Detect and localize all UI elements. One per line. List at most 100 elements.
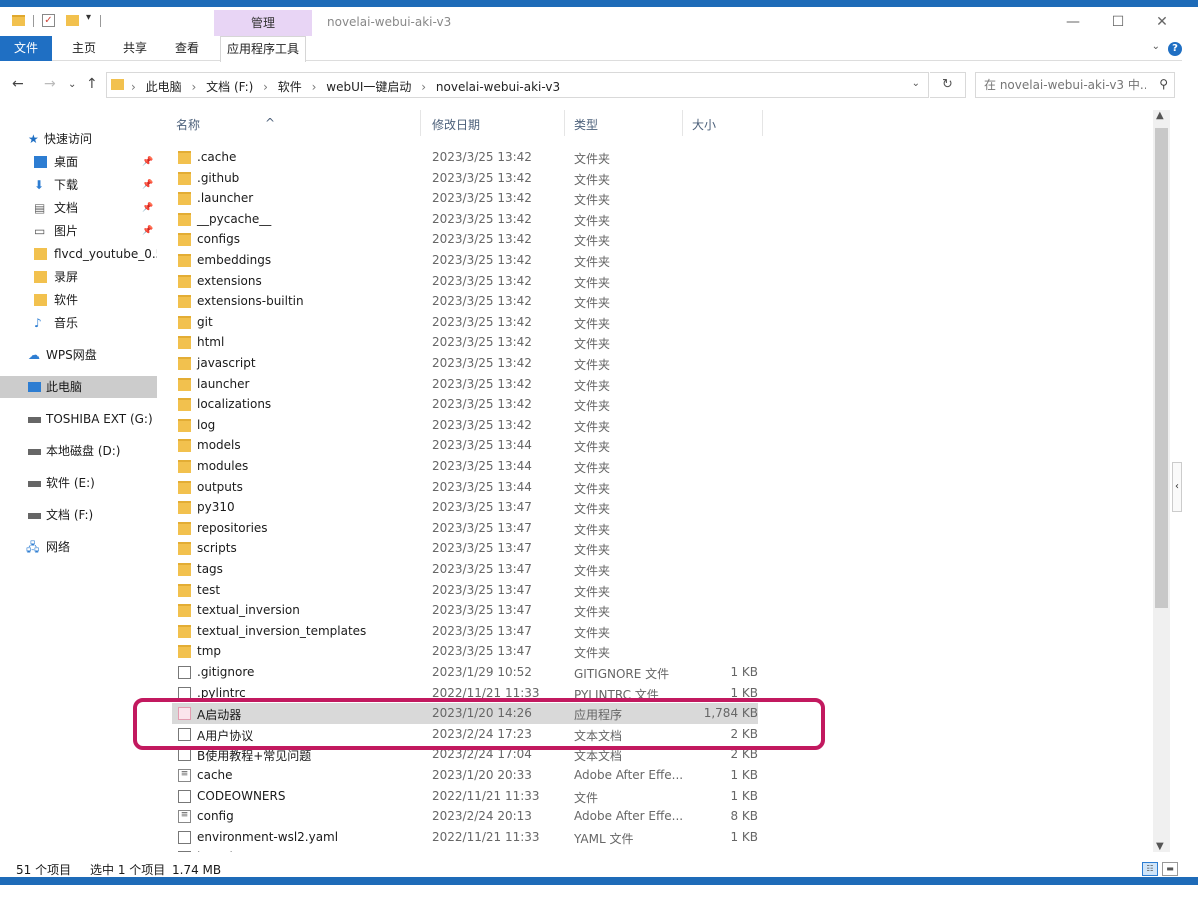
sidebar-item-recordings[interactable]: 录屏: [0, 266, 157, 288]
file-row[interactable]: test 2023/3/25 13:47 文件夹: [172, 580, 758, 601]
file-row[interactable]: log 2023/3/25 13:42 文件夹: [172, 415, 758, 436]
maximize-button[interactable]: ☐: [1098, 11, 1138, 33]
sidebar-item-documents[interactable]: ▤ 文档 📌: [0, 197, 157, 219]
scrollbar-thumb[interactable]: [1155, 128, 1168, 608]
close-button[interactable]: ✕: [1142, 11, 1182, 33]
column-header-size[interactable]: 大小: [692, 116, 716, 133]
file-date: 2023/3/25 13:42: [432, 314, 532, 329]
sidebar-item-drive-e[interactable]: 软件 (E:): [0, 472, 157, 494]
tab-view[interactable]: 查看: [169, 36, 205, 61]
sidebar-item-this-pc[interactable]: 此电脑: [0, 376, 157, 398]
file-row[interactable]: __pycache__ 2023/3/25 13:42 文件夹: [172, 209, 758, 230]
recent-locations-icon[interactable]: ⌄: [68, 79, 76, 90]
sidebar-item-quick-access[interactable]: ★ 快速访问: [0, 128, 157, 150]
sidebar-item-desktop[interactable]: 桌面 📌: [0, 151, 157, 173]
sidebar-item-pictures[interactable]: ▭ 图片 📌: [0, 220, 157, 242]
large-icons-view-icon[interactable]: ▬: [1162, 862, 1178, 876]
details-view-icon[interactable]: ☷: [1142, 862, 1158, 876]
column-divider[interactable]: [420, 110, 421, 136]
sidebar-item-drive-d[interactable]: 本地磁盘 (D:): [0, 440, 157, 462]
tab-share[interactable]: 共享: [117, 36, 153, 61]
file-row[interactable]: extensions-builtin 2023/3/25 13:42 文件夹: [172, 291, 758, 312]
up-arrow-icon[interactable]: ↑: [86, 76, 98, 92]
file-row[interactable]: embeddings 2023/3/25 13:42 文件夹: [172, 250, 758, 271]
sidebar-item-network[interactable]: 🖧 网络: [0, 536, 157, 558]
file-row[interactable]: localizations 2023/3/25 13:42 文件夹: [172, 394, 758, 415]
folder-icon: [178, 171, 191, 185]
pin-icon[interactable]: 📌: [142, 151, 153, 173]
breadcrumb-current-folder[interactable]: novelai-webui-aki-v3: [436, 80, 560, 94]
pin-icon[interactable]: 📌: [142, 197, 153, 219]
file-row[interactable]: tmp 2023/3/25 13:47 文件夹: [172, 641, 758, 662]
sidebar-item-music[interactable]: ♪ 音乐: [0, 312, 157, 334]
search-icon[interactable]: ⚲: [1159, 77, 1168, 91]
new-folder-icon[interactable]: [66, 15, 79, 26]
properties-icon[interactable]: ✓: [42, 14, 55, 27]
breadcrumb-this-pc[interactable]: 此电脑: [146, 80, 182, 94]
column-divider[interactable]: [682, 110, 683, 136]
back-arrow-icon[interactable]: ←: [12, 76, 24, 92]
breadcrumb-software[interactable]: 软件: [278, 80, 302, 94]
file-row[interactable]: .cache 2023/3/25 13:42 文件夹: [172, 147, 758, 168]
scroll-up-icon[interactable]: ▲: [1156, 110, 1164, 121]
expand-ribbon-icon[interactable]: ⌄: [1152, 41, 1160, 52]
breadcrumb-webui[interactable]: webUI一键启动: [326, 80, 411, 94]
file-size: 1 KB: [730, 768, 758, 782]
file-row[interactable]: environment-wsl2.yaml 2022/11/21 11:33 YAM…: [172, 827, 758, 848]
sidebar-item-drive-g[interactable]: TOSHIBA EXT (G:): [0, 408, 157, 430]
manage-tab[interactable]: 管理: [214, 10, 312, 36]
sidebar-item-software[interactable]: 软件: [0, 289, 157, 311]
file-row[interactable]: extensions 2023/3/25 13:42 文件夹: [172, 271, 758, 292]
column-header-date[interactable]: 修改日期: [432, 116, 480, 133]
search-input[interactable]: [976, 73, 1146, 97]
tab-application-tools[interactable]: 应用程序工具: [220, 36, 307, 62]
file-row[interactable]: .github 2023/3/25 13:42 文件夹: [172, 168, 758, 189]
file-row[interactable]: launcher 2023/3/25 13:42 文件夹: [172, 374, 758, 395]
customize-toolbar-icon[interactable]: ▾: [86, 12, 91, 23]
forward-arrow-icon[interactable]: →: [44, 76, 56, 92]
sidebar-item-flvcd[interactable]: flvcd_youtube_0.5.: [0, 243, 157, 265]
file-row[interactable]: html 2023/3/25 13:42 文件夹: [172, 332, 758, 353]
refresh-icon[interactable]: ↻: [930, 72, 966, 98]
column-header-name[interactable]: 名称: [176, 116, 200, 133]
scroll-down-icon[interactable]: ▼: [1156, 841, 1164, 852]
file-row[interactable]: tags 2023/3/25 13:47 文件夹: [172, 559, 758, 580]
breadcrumb-drive-f[interactable]: 文档 (F:): [206, 80, 253, 94]
file-row[interactable]: scripts 2023/3/25 13:47 文件夹: [172, 538, 758, 559]
file-row[interactable]: CODEOWNERS 2022/11/21 11:33 文件 1 KB: [172, 786, 758, 807]
file-row[interactable]: git 2023/3/25 13:42 文件夹: [172, 312, 758, 333]
address-dropdown-icon[interactable]: ⌄: [912, 78, 920, 89]
tab-file[interactable]: 文件: [0, 36, 52, 61]
file-row[interactable]: repositories 2023/3/25 13:47 文件夹: [172, 518, 758, 539]
quick-access-folder-icon[interactable]: [12, 15, 25, 26]
pin-icon[interactable]: 📌: [142, 174, 153, 196]
file-row[interactable]: modules 2023/3/25 13:44 文件夹: [172, 456, 758, 477]
file-row[interactable]: configs 2023/3/25 13:42 文件夹: [172, 229, 758, 250]
drive-icon: [28, 513, 41, 519]
pin-icon[interactable]: 📌: [142, 220, 153, 242]
file-row[interactable]: outputs 2023/3/25 13:44 文件夹: [172, 477, 758, 498]
column-divider[interactable]: [762, 110, 763, 136]
file-row[interactable]: launch.py 2023/2/24 14:20 PY 文件 15 KB: [172, 847, 758, 852]
column-header-type[interactable]: 类型: [574, 116, 598, 133]
sidebar-item-drive-f[interactable]: 文档 (F:): [0, 504, 157, 526]
sidebar-item-wps-cloud[interactable]: ☁ WPS网盘: [0, 344, 157, 366]
file-row[interactable]: .gitignore 2023/1/29 10:52 GITIGNORE 文件 1 K…: [172, 662, 758, 683]
minimize-button[interactable]: —: [1053, 11, 1093, 33]
drive-icon: [28, 449, 41, 455]
sidebar-item-downloads[interactable]: ⬇ 下载 📌: [0, 174, 157, 196]
address-bar[interactable]: › 此电脑 › 文档 (F:) › 软件 › webUI一键启动 › novel…: [106, 72, 929, 98]
help-icon[interactable]: ?: [1168, 42, 1182, 56]
file-row[interactable]: textual_inversion_templates 2023/3/25 13:…: [172, 621, 758, 642]
file-row[interactable]: py310 2023/3/25 13:47 文件夹: [172, 497, 758, 518]
collapse-pane-icon[interactable]: ‹: [1172, 462, 1182, 512]
file-row[interactable]: ≡ config 2023/2/24 20:13 Adobe After Effe..…: [172, 806, 758, 827]
file-row[interactable]: ≡ cache 2023/1/20 20:33 Adobe After Effe...…: [172, 765, 758, 786]
column-divider[interactable]: [564, 110, 565, 136]
file-row[interactable]: .launcher 2023/3/25 13:42 文件夹: [172, 188, 758, 209]
file-row[interactable]: javascript 2023/3/25 13:42 文件夹: [172, 353, 758, 374]
vertical-scrollbar[interactable]: ▲ ▼: [1153, 110, 1170, 852]
tab-home[interactable]: 主页: [66, 36, 102, 61]
file-row[interactable]: textual_inversion 2023/3/25 13:47 文件夹: [172, 600, 758, 621]
file-row[interactable]: models 2023/3/25 13:44 文件夹: [172, 435, 758, 456]
